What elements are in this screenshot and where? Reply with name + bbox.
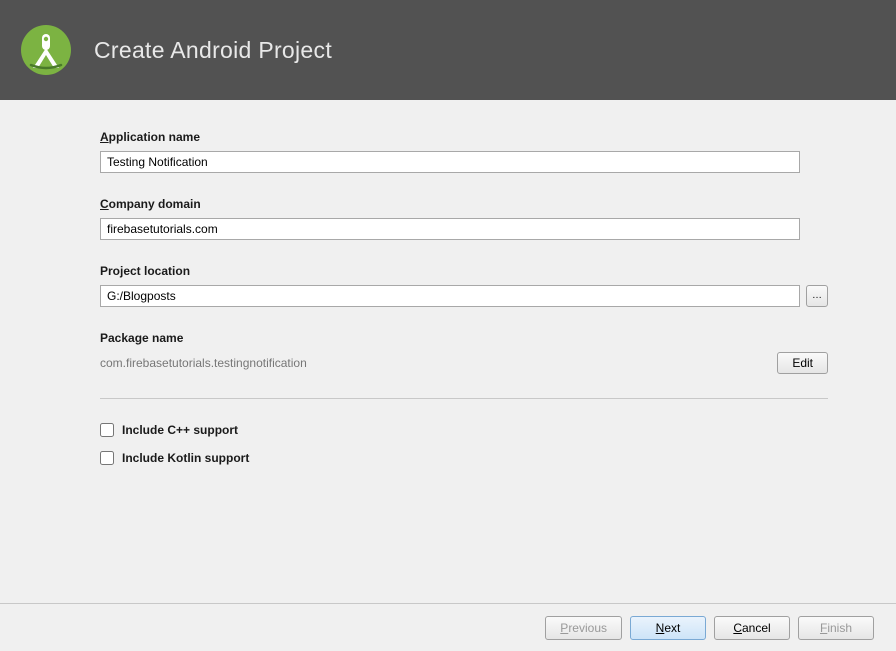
- company-domain-input[interactable]: [100, 218, 800, 240]
- mnemonic: A: [100, 130, 109, 144]
- kotlin-support-checkbox[interactable]: [100, 451, 114, 465]
- project-location-label: Project location: [100, 264, 848, 278]
- cpp-support-row: Include C++ support: [100, 423, 848, 437]
- label-text-rest: pplication name: [109, 130, 200, 144]
- package-name-label: Package name: [100, 331, 848, 345]
- wizard-header: Create Android Project: [0, 0, 896, 100]
- application-name-group: Application name: [100, 130, 848, 173]
- company-domain-label: Company domain: [100, 197, 848, 211]
- kotlin-support-row: Include Kotlin support: [100, 451, 848, 465]
- previous-button: Previous: [545, 616, 622, 640]
- package-name-group: Package name com.firebasetutorials.testi…: [100, 331, 848, 374]
- kotlin-support-label: Include Kotlin support: [122, 451, 249, 465]
- application-name-label: Application name: [100, 130, 848, 144]
- mnemonic: C: [100, 197, 109, 211]
- divider: [100, 398, 828, 399]
- company-domain-group: Company domain: [100, 197, 848, 240]
- cancel-button[interactable]: Cancel: [714, 616, 790, 640]
- next-button[interactable]: Next: [630, 616, 706, 640]
- project-location-row: …: [100, 285, 828, 307]
- package-name-row: com.firebasetutorials.testingnotificatio…: [100, 352, 828, 374]
- cpp-support-checkbox[interactable]: [100, 423, 114, 437]
- project-location-input[interactable]: [100, 285, 800, 307]
- label-text-rest: ompany domain: [109, 197, 201, 211]
- wizard-title: Create Android Project: [94, 37, 332, 64]
- wizard-content: Application name Company domain Project …: [0, 100, 896, 603]
- edit-package-button[interactable]: Edit: [777, 352, 828, 374]
- package-name-value: com.firebasetutorials.testingnotificatio…: [100, 356, 307, 370]
- wizard-footer: Previous Next Cancel Finish: [0, 603, 896, 651]
- android-studio-icon: [20, 24, 72, 76]
- project-location-group: Project location …: [100, 264, 848, 307]
- application-name-input[interactable]: [100, 151, 800, 173]
- cpp-support-label: Include C++ support: [122, 423, 238, 437]
- browse-button[interactable]: …: [806, 285, 828, 307]
- finish-button: Finish: [798, 616, 874, 640]
